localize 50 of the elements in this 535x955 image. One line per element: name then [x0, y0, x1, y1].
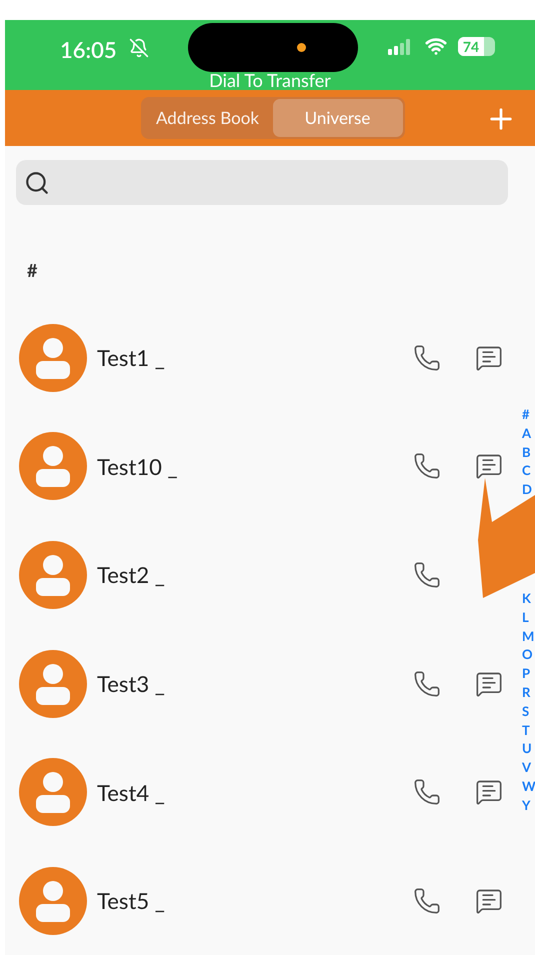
call-button[interactable] [413, 886, 441, 915]
contact-name: Test10 _ [97, 452, 178, 482]
contact-name: Test2 _ [97, 560, 165, 590]
index-letter[interactable]: D [522, 480, 535, 499]
call-button[interactable] [413, 670, 441, 698]
index-letter[interactable]: Y [522, 796, 535, 815]
contact-name: Test1 _ [97, 343, 165, 374]
clock-time: 16:05 [60, 35, 117, 65]
index-letter[interactable]: V [522, 758, 535, 777]
call-button[interactable] [413, 452, 441, 480]
wifi-icon [425, 35, 447, 57]
message-button[interactable] [475, 778, 503, 806]
section-header: # [27, 258, 38, 284]
index-letter[interactable]: L [522, 608, 535, 627]
call-button[interactable] [413, 778, 441, 806]
index-letter[interactable]: R [522, 682, 535, 702]
contact-name: Test4 _ [97, 778, 165, 808]
bell-off-icon [129, 38, 149, 58]
index-letter[interactable]: U [522, 739, 535, 758]
index-letter[interactable]: O [522, 645, 535, 664]
segment-tab[interactable]: Universe [272, 99, 402, 138]
contact-name: Test5 _ [97, 886, 165, 916]
battery-level: 74 [462, 40, 480, 54]
index-letter[interactable]: M [522, 626, 535, 646]
message-button[interactable] [475, 886, 503, 915]
index-letter[interactable]: # [522, 405, 535, 424]
index-letter[interactable]: B [522, 442, 535, 462]
segment-tab[interactable]: Address Book [142, 99, 272, 138]
avatar-icon [19, 540, 87, 609]
signal-icon [388, 39, 412, 55]
avatar-icon [19, 758, 87, 826]
index-letter[interactable]: P [522, 664, 535, 683]
screen-title: Dial To Transfer [208, 68, 332, 92]
contact-name: Test3 _ [97, 669, 165, 700]
call-button[interactable] [413, 344, 441, 372]
message-button[interactable] [475, 344, 503, 372]
call-button[interactable] [413, 560, 441, 589]
avatar-icon [19, 324, 87, 392]
index-letter[interactable]: S [522, 702, 535, 721]
avatar-icon [19, 650, 87, 718]
index-letter[interactable]: C [522, 461, 535, 480]
index-letter[interactable]: T [522, 720, 535, 740]
avatar-icon [19, 432, 87, 500]
search-icon [24, 170, 50, 196]
index-letter[interactable]: A [522, 424, 535, 443]
avatar-icon [19, 866, 87, 935]
index-letter[interactable]: K [522, 588, 535, 608]
message-button[interactable] [475, 670, 503, 698]
search-field[interactable] [16, 160, 508, 206]
message-button[interactable] [475, 452, 503, 480]
